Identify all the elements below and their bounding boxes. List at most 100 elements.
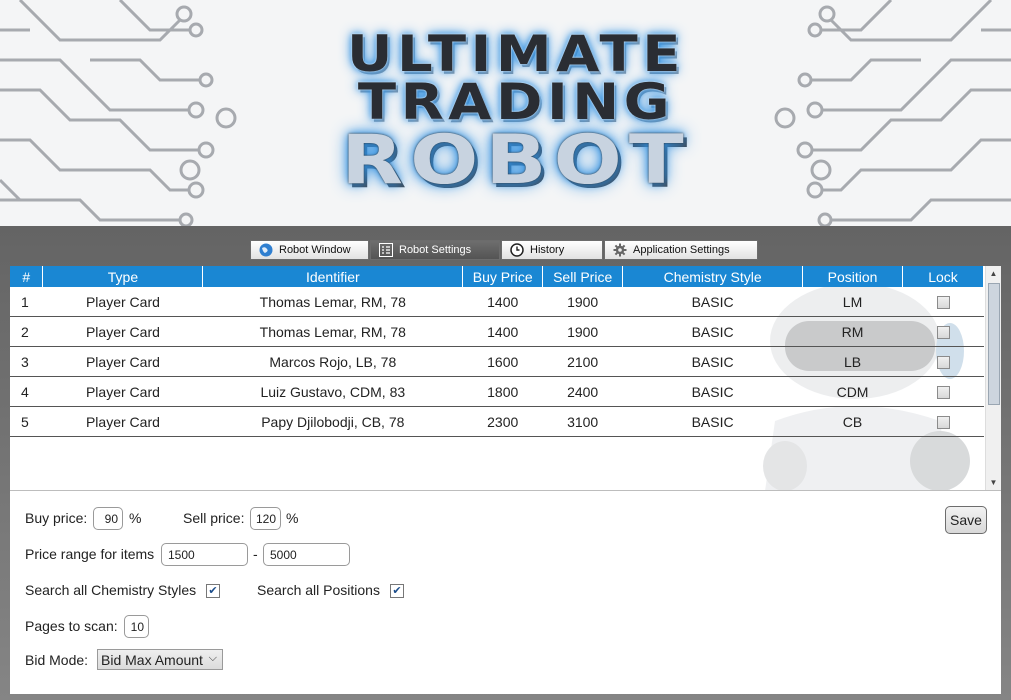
cell-chemistry-style: BASIC [622,406,803,437]
cell-buy-price: 1400 [462,287,543,317]
cell-identifier: Papy Djilobodji, CB, 78 [202,406,463,437]
app-logo: ULTIMATE TRADING ROBOT [296,29,736,196]
sell-price-percent: % [286,510,299,526]
cell-sell-price: 2400 [542,376,623,407]
price-range-max-input[interactable]: 5000 [263,543,350,566]
buy-price-input[interactable]: 90 [93,507,123,530]
cell-buy-price: 2300 [462,406,543,437]
robot-settings-form: Buy price: 90 % Sell price: 120 % Save P… [10,491,1001,694]
chevron-down-icon: ⌵ [208,652,217,664]
tab-application-settings[interactable]: Application Settings [604,240,758,260]
cell-identifier: Thomas Lemar, RM, 78 [202,316,463,347]
scroll-down-arrow-icon[interactable]: ▼ [986,475,1001,490]
scroll-up-arrow-icon[interactable]: ▲ [986,266,1001,281]
cell-lock [902,346,984,377]
cell-identifier: Thomas Lemar, RM, 78 [202,287,463,317]
column-header[interactable]: Position [802,266,903,287]
logo-line-3: ROBOT [341,121,691,200]
lock-checkbox[interactable] [936,356,950,370]
lock-checkbox[interactable] [936,296,950,310]
cell-type: Player Card [42,316,203,347]
cell-type: Player Card [42,346,203,377]
cell-lock [902,287,984,317]
logo-line-2: TRADING [357,73,675,131]
clock-icon [510,243,524,257]
cell-position: LM [802,287,903,317]
cell-position: RM [802,316,903,347]
cell-lock [902,376,984,407]
column-header[interactable]: Type [42,266,204,287]
tab-label: Robot Settings [399,244,472,256]
cell-num: 5 [10,406,43,437]
cell-num: 1 [10,287,43,317]
tab-robot-window[interactable]: Robot Window [250,240,369,260]
save-button[interactable]: Save [945,506,987,534]
pages-to-scan-input[interactable]: 10 [124,615,149,638]
lock-checkbox[interactable] [936,416,950,430]
table-row[interactable]: 3 Player Card Marcos Rojo, LB, 78 1600 2… [10,346,984,377]
search-positions-checkbox[interactable]: ✔ [390,584,404,598]
pages-to-scan-label: Pages to scan: [25,618,118,634]
sell-price-input[interactable]: 120 [250,507,281,530]
trade-items-table: # Type Identifier Buy Price Sell Price C… [10,266,984,437]
tab-label: Robot Window [279,244,351,256]
cell-lock [902,406,984,437]
table-row[interactable]: 1 Player Card Thomas Lemar, RM, 78 1400 … [10,287,984,317]
tab-label: Application Settings [633,244,730,256]
cell-sell-price: 1900 [542,287,623,317]
cell-chemistry-style: BASIC [622,316,803,347]
header-banner: ULTIMATE TRADING ROBOT [0,0,1011,226]
cell-chemistry-style: BASIC [622,287,803,317]
table-row[interactable]: 5 Player Card Papy Djilobodji, CB, 78 23… [10,406,984,437]
column-header[interactable]: Lock [902,266,984,287]
bid-mode-value: Bid Max Amount [101,651,203,668]
cell-num: 2 [10,316,43,347]
cell-num: 4 [10,376,43,407]
table-row[interactable]: 4 Player Card Luiz Gustavo, CDM, 83 1800… [10,376,984,407]
bid-mode-select[interactable]: Bid Max Amount ⌵ [97,649,223,670]
circuit-decoration [0,0,237,226]
lock-checkbox[interactable] [936,386,950,400]
cell-sell-price: 3100 [542,406,623,437]
lock-checkbox[interactable] [936,326,950,340]
cell-chemistry-style: BASIC [622,376,803,407]
cell-lock [902,316,984,347]
price-range-separator: - [253,546,258,562]
list-icon [379,243,393,257]
settings-panel: # Type Identifier Buy Price Sell Price C… [10,266,1001,694]
cell-num: 3 [10,346,43,377]
cell-position: CB [802,406,903,437]
cell-type: Player Card [42,376,203,407]
bid-mode-label: Bid Mode: [25,652,89,668]
table-header: # Type Identifier Buy Price Sell Price C… [10,266,984,287]
tab-history[interactable]: History [501,240,603,260]
trade-items-grid: # Type Identifier Buy Price Sell Price C… [10,266,984,490]
table-scrollbar[interactable]: ▲ ▼ [985,266,1001,490]
globe-icon [259,243,273,257]
cell-position: LB [802,346,903,377]
table-row[interactable]: 2 Player Card Thomas Lemar, RM, 78 1400 … [10,316,984,347]
price-range-label: Price range for items [25,546,155,562]
cell-buy-price: 1600 [462,346,543,377]
buy-price-label: Buy price: [25,510,88,526]
cell-buy-price: 1800 [462,376,543,407]
price-range-min-input[interactable]: 1500 [161,543,248,566]
cell-type: Player Card [42,406,203,437]
sell-price-label: Sell price: [183,510,245,526]
column-header[interactable]: Buy Price [462,266,544,287]
logo-line-1: ULTIMATE [347,25,685,83]
cell-identifier: Marcos Rojo, LB, 78 [202,346,463,377]
tab-label: History [530,244,565,256]
buy-price-percent: % [129,510,142,526]
cell-identifier: Luiz Gustavo, CDM, 83 [202,376,463,407]
search-chem-styles-checkbox[interactable]: ✔ [206,584,220,598]
gear-icon [613,243,627,257]
column-header[interactable]: Sell Price [542,266,624,287]
cell-buy-price: 1400 [462,316,543,347]
column-header[interactable]: Identifier [202,266,464,287]
column-header[interactable]: # [10,266,44,287]
tab-robot-settings[interactable]: Robot Settings [370,240,500,260]
search-positions-label: Search all Positions [257,582,380,598]
column-header[interactable]: Chemistry Style [622,266,804,287]
scrollbar-thumb[interactable] [988,283,1000,405]
